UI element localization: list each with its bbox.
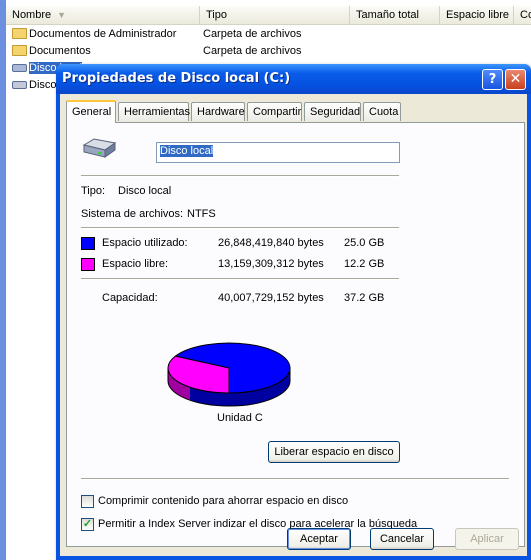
item-name: Disco	[29, 79, 57, 91]
list-item[interactable]: Documentos Carpeta de archivos	[6, 43, 531, 60]
disk-cleanup-button[interactable]: Liberar espacio en disco	[268, 441, 400, 463]
column-comments[interactable]: Co	[514, 6, 531, 24]
index-label: Permitir a Index Server indizar el disco…	[98, 518, 418, 530]
dialog-client: General Herramientas Hardware Compartir …	[60, 94, 527, 556]
column-free-space[interactable]: Espacio libre	[440, 6, 514, 24]
hard-drive-icon	[82, 138, 116, 158]
compress-checkbox[interactable]	[81, 495, 94, 508]
item-type: Carpeta de archivos	[203, 28, 302, 40]
tab-compartir[interactable]: Compartir	[247, 102, 302, 121]
apply-button[interactable]: Aplicar	[455, 528, 519, 550]
used-label: Espacio utilizado:	[102, 237, 188, 249]
compress-label: Comprimir contenido para ahorrar espacio…	[98, 495, 349, 507]
column-total-size-label: Tamaño total	[356, 9, 419, 21]
capacity-gb: 37.2 GB	[344, 292, 385, 304]
divider	[81, 478, 509, 480]
column-name[interactable]: Nombre ▼	[6, 6, 200, 24]
close-button[interactable]: ✕	[505, 69, 526, 90]
tab-seguridad[interactable]: Seguridad	[304, 102, 361, 121]
filesystem-value: NTFS	[187, 208, 216, 220]
item-name: Documentos de Administrador	[29, 28, 177, 40]
checkmark-icon: ✓	[82, 518, 93, 530]
folder-icon	[12, 44, 27, 56]
tab-hardware[interactable]: Hardware	[191, 102, 245, 121]
column-name-label: Nombre	[12, 9, 52, 21]
type-label: Tipo:	[81, 185, 106, 197]
used-color-swatch	[81, 237, 95, 250]
volume-name-input[interactable]: Disco local	[156, 142, 400, 163]
tab-label: Herramientas	[124, 106, 191, 118]
type-value: Disco local	[118, 185, 172, 197]
hard-drive-icon	[12, 81, 27, 90]
disk-cleanup-label: Liberar espacio en disco	[274, 446, 394, 458]
capacity-bytes: 40,007,729,152 bytes	[218, 292, 324, 304]
tab-cuota[interactable]: Cuota	[363, 102, 401, 121]
column-type[interactable]: Tipo	[200, 6, 350, 24]
capacity-label: Capacidad:	[102, 292, 158, 304]
dialog-titlebar[interactable]: Propiedades de Disco local (C:) ? ✕	[56, 64, 531, 94]
cancel-button[interactable]: Cancelar	[370, 528, 434, 550]
ok-button[interactable]: Aceptar	[287, 528, 351, 550]
item-name: Documentos	[29, 45, 91, 57]
cancel-label: Cancelar	[379, 533, 425, 545]
drive-label: Unidad C	[217, 412, 263, 424]
free-label: Espacio libre:	[102, 258, 169, 270]
volume-name-value: Disco local	[160, 145, 214, 157]
used-bytes: 26,848,419,840 bytes	[218, 237, 324, 249]
sort-arrow-icon: ▼	[57, 10, 67, 20]
used-gb: 25.0 GB	[344, 237, 385, 249]
close-icon: ✕	[509, 71, 522, 87]
help-button[interactable]: ?	[482, 69, 503, 90]
column-free-space-label: Espacio libre	[446, 9, 509, 21]
help-icon: ?	[488, 72, 497, 87]
dialog-title: Propiedades de Disco local (C:)	[62, 71, 291, 86]
disk-usage-pie	[167, 342, 291, 407]
free-bytes: 13,159,309,312 bytes	[218, 258, 324, 270]
hard-drive-icon	[12, 64, 27, 73]
properties-dialog: Propiedades de Disco local (C:) ? ✕ Gene…	[56, 64, 531, 560]
column-type-label: Tipo	[206, 9, 227, 21]
tab-label: Hardware	[197, 106, 245, 118]
column-header: Nombre ▼ Tipo Tamaño total Espacio libre …	[6, 6, 531, 25]
free-color-swatch	[81, 258, 95, 271]
divider	[81, 175, 399, 177]
column-comments-label: Co	[520, 9, 531, 21]
apply-label: Aplicar	[470, 533, 504, 545]
ok-label: Aceptar	[300, 533, 338, 545]
tab-label: Seguridad	[310, 106, 361, 118]
column-total-size[interactable]: Tamaño total	[350, 6, 440, 24]
divider	[81, 227, 399, 229]
list-item[interactable]: Documentos de Administrador Carpeta de a…	[6, 26, 531, 43]
tab-label: Compartir	[253, 106, 302, 118]
tab-label: General	[72, 106, 112, 118]
tab-general[interactable]: General	[66, 100, 116, 123]
general-panel: Disco local Tipo: Disco local Sistema de…	[66, 122, 525, 547]
tab-label: Cuota	[369, 106, 399, 118]
filesystem-label: Sistema de archivos:	[81, 208, 184, 220]
divider	[81, 278, 399, 280]
item-type: Carpeta de archivos	[203, 45, 302, 57]
folder-icon	[12, 27, 27, 39]
tab-herramientas[interactable]: Herramientas	[118, 102, 191, 121]
free-gb: 12.2 GB	[344, 258, 385, 270]
index-checkbox[interactable]: ✓	[81, 518, 94, 531]
